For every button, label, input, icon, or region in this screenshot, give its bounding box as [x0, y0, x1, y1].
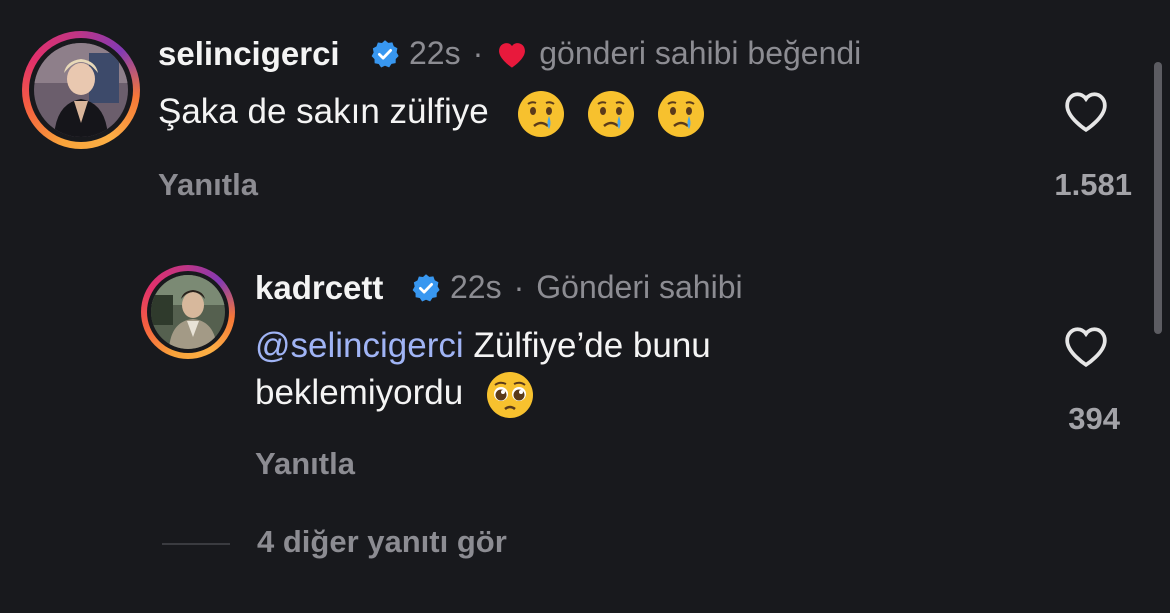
reply-body-line1: Zülfiye’de bunu: [473, 326, 711, 365]
mention-link[interactable]: @selincigerci: [255, 326, 464, 365]
reply-time: 22s: [450, 269, 502, 305]
username-text[interactable]: kadrcett: [255, 269, 383, 306]
verified-badge-icon: [412, 273, 440, 301]
comment-time: 22s: [409, 35, 461, 71]
verified-badge-icon: [371, 39, 399, 67]
avatar[interactable]: [151, 275, 225, 349]
reply-username[interactable]: kadrcett: [255, 269, 383, 307]
avatar-photo: [151, 275, 225, 349]
comment-meta: 22s · gönderi sahibi beğendi: [370, 35, 861, 72]
avatar-photo: [34, 43, 128, 137]
like-heart-icon[interactable]: [1060, 323, 1112, 369]
liked-by-author-label: gönderi sahibi beğendi: [539, 35, 862, 71]
comment-username[interactable]: selincigerci: [158, 35, 340, 73]
thread-divider: [162, 543, 230, 545]
crying-face-icon: [588, 90, 635, 137]
like-heart-icon[interactable]: [1060, 88, 1112, 134]
meta-separator: ·: [513, 269, 525, 305]
username-text[interactable]: selincigerci: [158, 35, 340, 72]
avatar[interactable]: [34, 43, 128, 137]
author-badge-label: Gönderi sahibi: [536, 269, 743, 305]
view-more-replies[interactable]: 4 diğer yanıtı gör: [257, 524, 507, 560]
like-count: 1.581: [1054, 167, 1132, 202]
crying-face-icon: [518, 90, 565, 137]
reply-button[interactable]: Yanıtla: [158, 167, 258, 203]
comment-text: Şaka de sakın zülfiye: [158, 88, 706, 139]
comments-panel: selincigerci 22s · gönderi sahibi beğend…: [0, 0, 1170, 613]
reply-button[interactable]: Yanıtla: [255, 446, 355, 482]
reply-body-line2: beklemiyordu: [255, 373, 464, 412]
reply-meta: 22s · Gönderi sahibi: [411, 269, 743, 306]
meta-separator: ·: [472, 35, 484, 71]
like-count: 394: [1068, 401, 1120, 436]
crying-face-icon: [657, 90, 704, 137]
reply-text: @selincigerci Zülfiye’de bunu beklemiyor…: [255, 322, 955, 420]
liked-heart-icon: [499, 42, 526, 68]
pleading-face-icon: [486, 371, 533, 418]
scrollbar[interactable]: [1154, 62, 1162, 334]
comment-body: Şaka de sakın zülfiye: [158, 92, 489, 131]
